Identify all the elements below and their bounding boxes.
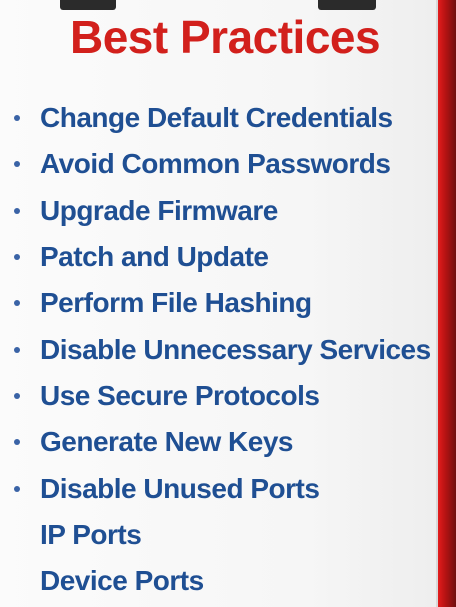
- bullet-icon: [14, 392, 20, 399]
- list-item: Upgrade Firmware: [0, 188, 438, 234]
- list-item-label: Generate New Keys: [40, 426, 293, 458]
- binder-tab-right: [318, 0, 376, 10]
- list-item-label: Change Default Credentials: [40, 102, 393, 134]
- list-item: Change Default Credentials: [0, 95, 438, 141]
- bullet-icon: [14, 207, 20, 214]
- list-item: Patch and Update: [0, 234, 438, 280]
- bullet-icon: [14, 485, 20, 492]
- bullet-icon: [14, 346, 20, 353]
- list-item-label: IP Ports: [40, 518, 142, 550]
- list-item-label: Perform File Hashing: [40, 287, 312, 319]
- list-item: Avoid Common Passwords: [0, 141, 438, 187]
- list-item: Use Secure Protocols: [0, 373, 438, 419]
- list-item-sub: Device Ports: [0, 558, 438, 604]
- binder-tab-left: [60, 0, 116, 10]
- list-item-label: Upgrade Firmware: [40, 194, 278, 226]
- list-item-label: Disable Unnecessary Services: [40, 333, 431, 365]
- list-item-label: Avoid Common Passwords: [40, 148, 391, 180]
- list-item: Perform File Hashing: [0, 280, 438, 326]
- best-practices-list: Change Default Credentials Avoid Common …: [0, 95, 438, 604]
- list-item: Disable Unnecessary Services: [0, 326, 438, 372]
- list-item-label: Patch and Update: [40, 241, 269, 273]
- bullet-icon: [14, 115, 20, 122]
- bullet-icon: [14, 254, 20, 261]
- bullet-icon: [14, 300, 20, 307]
- list-item-sub: IP Ports: [0, 512, 438, 558]
- list-item-label: Use Secure Protocols: [40, 379, 320, 411]
- red-edge: [438, 0, 456, 607]
- bullet-icon: [14, 439, 20, 446]
- list-item: Disable Unused Ports: [0, 465, 438, 511]
- bullet-icon: [14, 161, 20, 168]
- list-item: Generate New Keys: [0, 419, 438, 465]
- list-item-label: Device Ports: [40, 565, 204, 597]
- list-item-label: Disable Unused Ports: [40, 472, 320, 504]
- page-title: Best Practices: [70, 11, 381, 63]
